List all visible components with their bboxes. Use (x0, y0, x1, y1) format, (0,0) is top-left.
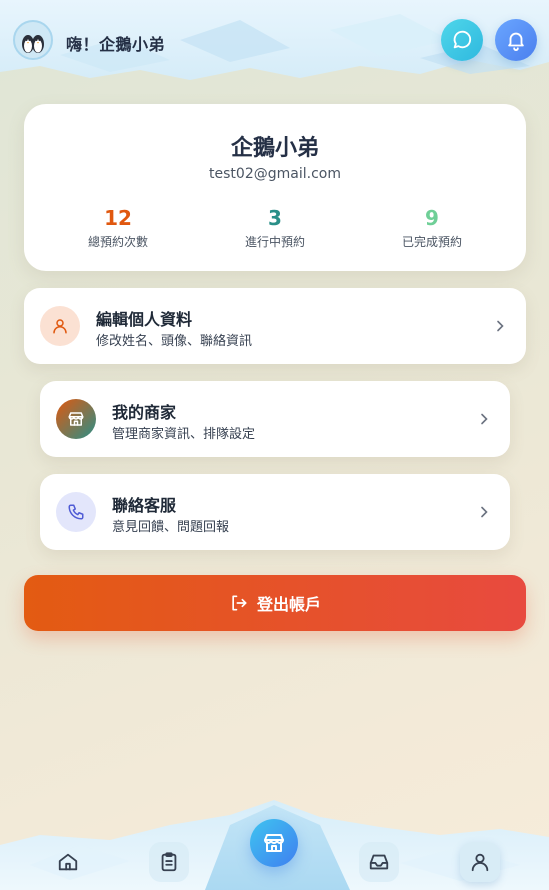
chat-bubble-icon (453, 30, 472, 49)
stat-value: 12 (104, 206, 132, 230)
menu-subtitle: 修改姓名、頭像、聯絡資訊 (96, 334, 253, 349)
chevron-right-icon (497, 320, 504, 332)
stat-label: 進行中預約 (244, 235, 305, 249)
stat-active-bookings: 3 進行中預約 (205, 206, 345, 250)
menu-title: 編輯個人資料 (96, 310, 193, 329)
user-avatar[interactable] (13, 20, 53, 60)
menu-customer-service[interactable]: 聯絡客服 意見回饋、問題回報 (40, 474, 510, 550)
home-icon (58, 853, 78, 871)
user-icon-wrap (40, 306, 80, 346)
nav-home[interactable] (48, 842, 88, 882)
menu-title: 我的商家 (112, 403, 177, 422)
store-icon-wrap (56, 399, 96, 439)
menu-subtitle: 管理商家資訊、排隊設定 (112, 427, 256, 442)
store-icon (264, 834, 284, 852)
penguin-avatar-icon (22, 35, 44, 53)
stat-label: 總預約次數 (87, 235, 148, 249)
stat-value: 3 (268, 206, 282, 230)
nav-profile[interactable] (460, 842, 500, 882)
stat-completed-bookings: 9 已完成預約 (362, 206, 502, 250)
nav-store[interactable] (250, 819, 298, 867)
chevron-right-icon (481, 506, 488, 518)
logout-button[interactable]: 登出帳戶 (24, 575, 526, 631)
logout-icon (232, 595, 247, 611)
phone-icon-wrap (56, 492, 96, 532)
store-icon (68, 412, 84, 426)
stat-value: 9 (425, 206, 439, 230)
profile-email: test02@gmail.com (209, 166, 341, 182)
inbox-icon (369, 854, 389, 870)
chat-button[interactable] (441, 19, 483, 61)
user-icon (53, 319, 67, 334)
stat-label: 已完成預約 (401, 235, 462, 249)
stat-total-bookings: 12 總預約次數 (48, 206, 188, 250)
notification-button[interactable] (495, 19, 537, 61)
nav-inbox[interactable] (359, 842, 399, 882)
greeting-text: 嗨！企鵝小弟 (66, 35, 166, 54)
clipboard-icon (161, 852, 177, 872)
nav-bookings[interactable] (149, 842, 189, 882)
phone-icon (68, 504, 84, 520)
logout-label: 登出帳戶 (256, 595, 321, 614)
profile-card: 企鵝小弟 test02@gmail.com 12 總預約次數 3 進行中預約 9… (24, 104, 526, 271)
chevron-right-icon (481, 413, 488, 425)
menu-edit-profile[interactable]: 編輯個人資料 修改姓名、頭像、聯絡資訊 (24, 288, 526, 364)
menu-my-store[interactable]: 我的商家 管理商家資訊、排隊設定 (40, 381, 510, 457)
app-header: 嗨！企鵝小弟 (0, 0, 549, 80)
menu-subtitle: 意見回饋、問題回報 (112, 520, 230, 535)
bell-icon (508, 32, 524, 51)
menu-title: 聯絡客服 (112, 496, 177, 515)
user-icon (471, 853, 489, 872)
profile-name: 企鵝小弟 (230, 136, 319, 161)
